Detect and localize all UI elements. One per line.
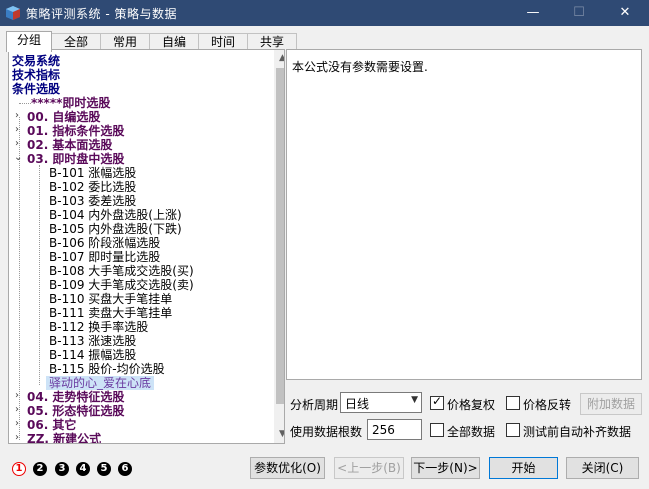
expand-icon[interactable]: › [15,418,25,429]
tree-leaf[interactable]: B-107 即时量比选股 [49,250,160,264]
tree-category[interactable]: 05. 形态特征选股 [27,404,124,418]
tree-leaf[interactable]: B-112 换手率选股 [49,320,148,334]
expand-icon[interactable]: › [15,432,25,443]
next-step-button[interactable]: 下一步(N)> [411,457,480,479]
expand-icon[interactable]: › [15,404,25,415]
tree-leaf[interactable]: B-105 内外盘选股(下跌) [49,222,182,236]
prev-step-button[interactable]: <上一步(B) [334,457,404,479]
maximize-button[interactable]: ☐ [556,0,602,26]
tree-leaf[interactable]: B-109 大手笔成交选股(卖) [49,278,194,292]
tree-leaf[interactable]: B-104 内外盘选股(上涨) [49,208,182,222]
tree-root-trading-system[interactable]: 交易系统 [12,54,60,68]
price-adjust-checkbox[interactable]: ✓ [430,394,444,410]
tree-category[interactable]: 02. 基本面选股 [27,138,112,152]
minimize-button[interactable]: — [510,0,556,26]
tree-connector [19,103,31,104]
collapse-icon[interactable]: ⌄ [14,152,24,163]
tree-leaf-selected[interactable]: 驿动的心_爱在心底 [46,376,155,390]
scroll-up-icon[interactable]: ▲ [274,50,284,67]
price-reverse-label[interactable]: 价格反转 [523,396,571,413]
bars-count-label: 使用数据根数 [290,425,363,439]
close-button[interactable]: 关闭(C) [566,457,639,479]
tree-category[interactable]: 04. 走势特征选股 [27,390,124,404]
close-window-button[interactable]: ✕ [602,0,648,26]
tree-root-indicators[interactable]: 技术指标 [12,68,60,82]
price-adjust-label[interactable]: 价格复权 [447,396,495,413]
tree-leaf[interactable]: B-106 阶段涨幅选股 [49,236,160,250]
step-indicator-6: 6 [118,462,132,476]
tree-connector [39,165,40,385]
all-data-checkbox[interactable] [430,423,444,437]
tree-category[interactable]: 03. 即时盘中选股 [27,152,124,166]
expand-icon[interactable]: › [15,138,25,149]
tree-leaf[interactable]: B-103 委差选股 [49,194,136,208]
formula-info-panel: 本公式没有参数需要设置. [286,49,642,380]
step-indicator-5: 5 [97,462,111,476]
tree-leaf[interactable]: B-101 涨幅选股 [49,166,136,180]
param-optimize-button[interactable]: 参数优化(O) [250,457,325,479]
price-reverse-checkbox[interactable] [506,396,520,410]
add-data-button[interactable]: 附加数据 [580,393,642,415]
step-indicator-4: 4 [76,462,90,476]
tree-leaf[interactable]: B-108 大手笔成交选股(买) [49,264,194,278]
step-indicator-2: 2 [33,462,47,476]
tree-leaf[interactable]: B-102 委比选股 [49,180,136,194]
period-value: 日线 [345,397,370,411]
tree-scrollbar[interactable]: ▲ ▼ [274,50,284,443]
bars-count-input[interactable]: 256 [367,419,422,440]
start-button[interactable]: 开始 [489,457,558,479]
step-indicator-1: 1 [12,462,26,476]
tab-group[interactable]: 分组 [6,31,52,52]
expand-icon[interactable]: › [15,110,25,121]
scroll-thumb[interactable] [276,68,284,404]
tree-leaf[interactable]: B-113 涨速选股 [49,334,136,348]
all-data-label[interactable]: 全部数据 [447,423,495,440]
title-bar: 策略评测系统 - 策略与数据 — ☐ ✕ [0,0,649,26]
formula-info-text: 本公式没有参数需要设置. [292,60,428,74]
period-label: 分析周期 [290,398,339,412]
tree-category[interactable]: 00. 自编选股 [27,110,100,124]
app-icon [6,6,20,20]
chevron-down-icon: ▼ [411,395,418,405]
expand-icon[interactable]: › [15,390,25,401]
scroll-down-icon[interactable]: ▼ [274,426,284,443]
tree-category[interactable]: ZZ. 新建公式 [27,432,101,443]
step-indicator-3: 3 [55,462,69,476]
formula-tree[interactable]: 交易系统 技术指标 条件选股 *****即时选股 › 00. 自编选股 › 01… [8,49,285,444]
check-icon: ✓ [431,394,443,408]
tree-leaf[interactable]: B-111 卖盘大手笔挂单 [49,306,172,320]
bars-count-value: 256 [372,423,395,437]
tree-leaf[interactable]: B-115 股价-均价选股 [49,362,165,376]
tree-root-stock-screening[interactable]: 条件选股 [12,82,60,96]
expand-icon[interactable]: › [15,124,25,135]
tree-leaf[interactable]: B-110 买盘大手笔挂单 [49,292,172,306]
tree-leaf[interactable]: B-114 振幅选股 [49,348,136,362]
tree-category[interactable]: 01. 指标条件选股 [27,124,124,138]
window-title: 策略评测系统 - 策略与数据 [26,7,177,21]
tree-item-instant-screening[interactable]: *****即时选股 [31,96,110,110]
auto-fill-label[interactable]: 测试前自动补齐数据 [523,423,631,440]
auto-fill-checkbox[interactable] [506,423,520,437]
period-select[interactable]: 日线 ▼ [340,392,422,413]
tree-category[interactable]: 06. 其它 [27,418,76,432]
